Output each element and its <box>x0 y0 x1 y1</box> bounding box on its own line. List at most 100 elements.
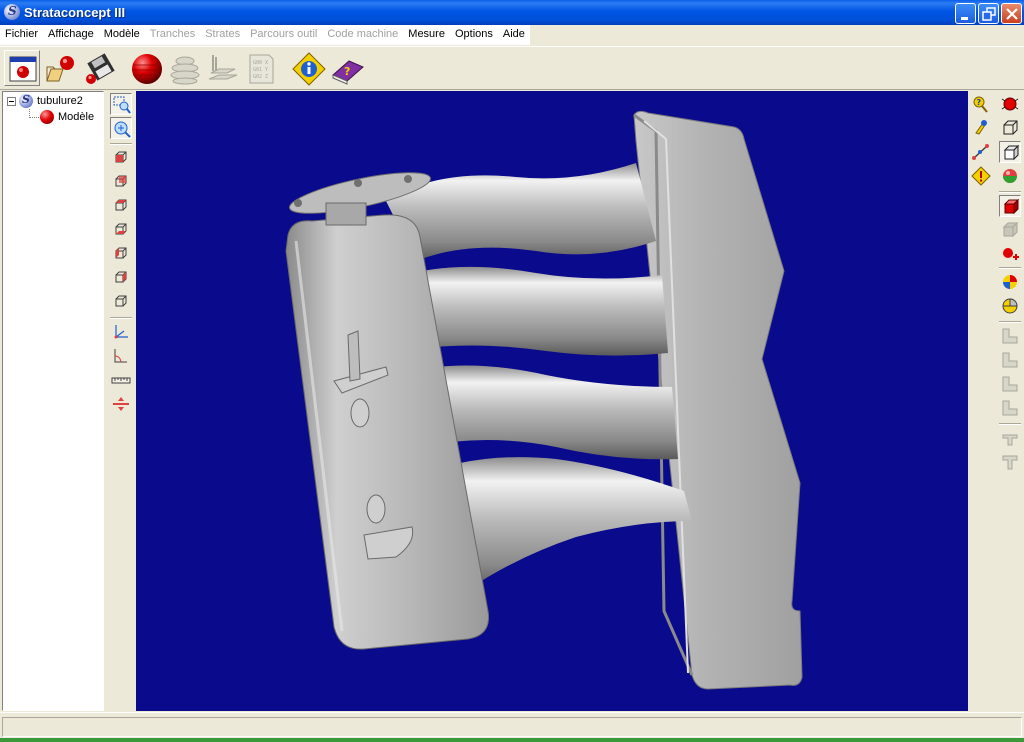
step-3-button[interactable] <box>999 373 1021 395</box>
svg-text:G00 X: G00 X <box>253 60 268 66</box>
axes-icon <box>114 325 128 339</box>
save-model-icon <box>86 53 115 84</box>
solid-box-button[interactable] <box>999 141 1021 163</box>
window-model-button[interactable] <box>4 50 40 86</box>
view-bottom-button[interactable] <box>110 219 132 241</box>
gray-cube-button[interactable] <box>999 219 1021 241</box>
machine-code-button[interactable]: G00 X G01 Y G02 Z <box>242 50 278 86</box>
minimize-button[interactable] <box>955 3 976 24</box>
menu-strates[interactable]: Strates <box>200 25 245 45</box>
view-right-icon <box>115 271 127 283</box>
title-bar[interactable]: Strataconcept III <box>0 0 1024 25</box>
slices-button[interactable] <box>166 50 202 86</box>
menu-fichier[interactable]: Fichier <box>0 25 43 45</box>
3d-viewport[interactable] <box>136 91 968 711</box>
slices-icon <box>170 56 200 85</box>
svg-text:G02 Z: G02 Z <box>253 74 268 80</box>
menu-options[interactable]: Options <box>450 25 498 45</box>
axes-button[interactable] <box>110 321 132 343</box>
model-sphere-icon <box>40 110 54 124</box>
angle-icon <box>114 349 127 363</box>
open-model-button[interactable] <box>42 50 78 86</box>
info-button[interactable] <box>290 50 326 86</box>
section-icon <box>113 397 129 411</box>
pie-ball-button[interactable] <box>999 295 1021 317</box>
bug-button[interactable] <box>999 93 1021 115</box>
view-left-icon <box>115 247 127 259</box>
tree-item-model[interactable]: Modèle <box>40 109 94 125</box>
red-cube-icon <box>1003 198 1020 215</box>
add-point-button[interactable] <box>999 243 1021 265</box>
machine-code-icon: G00 X G01 Y G02 Z <box>249 54 274 84</box>
color-ball-icon <box>1003 275 1017 289</box>
window-title: Strataconcept III <box>24 5 126 20</box>
pick-button[interactable] <box>970 117 992 139</box>
open-model-icon <box>46 56 74 82</box>
menu-mod-le[interactable]: Modèle <box>99 25 145 45</box>
layers-icon <box>208 55 238 80</box>
warning-icon <box>971 166 991 186</box>
app-icon[interactable] <box>4 4 20 20</box>
menu-parcours-outil[interactable]: Parcours outil <box>245 25 322 45</box>
view-bottom-icon <box>115 223 127 235</box>
ruler-button[interactable] <box>110 369 132 391</box>
close-button[interactable] <box>1001 3 1022 24</box>
view-top-button[interactable] <box>110 195 132 217</box>
measure-point-button[interactable] <box>970 141 992 163</box>
angle-button[interactable] <box>110 345 132 367</box>
zoom-fit-button[interactable] <box>110 117 132 139</box>
section-button[interactable] <box>110 393 132 415</box>
menu-code-machine[interactable]: Code machine <box>322 25 403 45</box>
model-tree: tubulure2 Modèle <box>2 91 104 711</box>
taskbar-edge <box>0 738 1024 742</box>
view-top-icon <box>115 199 127 211</box>
layers-button[interactable] <box>204 50 240 86</box>
help-book-button[interactable]: ? <box>328 50 364 86</box>
tree-root[interactable]: tubulure2 <box>7 93 83 109</box>
restore-button[interactable] <box>978 3 999 24</box>
app-window: Strataconcept III FichierAffichageModèle… <box>0 0 1024 742</box>
menu-tranches[interactable]: Tranches <box>145 25 200 45</box>
toolbar-separator <box>999 267 1021 269</box>
svg-text:?: ? <box>977 98 982 107</box>
menu-aide[interactable]: Aide <box>498 25 530 45</box>
view-right-button[interactable] <box>110 267 132 289</box>
view-front-icon <box>115 151 127 163</box>
step-2-icon <box>1002 352 1018 368</box>
window-model-icon <box>9 56 37 82</box>
tree-item-label: Modèle <box>58 111 95 123</box>
red-cube-button[interactable] <box>999 195 1021 217</box>
collapse-icon[interactable] <box>7 96 16 106</box>
view-front-button[interactable] <box>110 147 132 169</box>
view-left-button[interactable] <box>110 243 132 265</box>
step-4-icon <box>1002 400 1018 416</box>
query-button[interactable]: ? <box>970 93 992 115</box>
zoom-window-button[interactable] <box>110 93 132 115</box>
step-4-button[interactable] <box>999 397 1021 419</box>
save-model-button[interactable] <box>80 50 116 86</box>
color-ball-button[interactable] <box>999 271 1021 293</box>
view-back-button[interactable] <box>110 171 132 193</box>
menu-bar: Fichier Affichage Modèle Tranches Strates Par… <box>0 25 1024 45</box>
step-2-button[interactable] <box>999 349 1021 371</box>
tool-a-icon <box>1002 434 1018 446</box>
tool-a-button[interactable] <box>999 427 1021 449</box>
step-1-icon <box>1002 328 1018 344</box>
bug-icon <box>1001 97 1019 111</box>
view-iso-button[interactable] <box>110 291 132 313</box>
wireframe-box-icon <box>1003 120 1018 135</box>
tool-b-button[interactable] <box>999 451 1021 473</box>
shading-button[interactable] <box>999 165 1021 187</box>
toolbar-separator <box>110 317 132 319</box>
warning-button[interactable] <box>970 165 992 187</box>
ruler-icon <box>111 377 131 384</box>
step-1-button[interactable] <box>999 325 1021 347</box>
menu-affichage[interactable]: Affichage <box>43 25 99 45</box>
step-3-icon <box>1002 376 1018 392</box>
model-button[interactable] <box>128 50 164 86</box>
menu-mesure[interactable]: Mesure <box>403 25 450 45</box>
add-point-icon <box>1003 248 1019 260</box>
wireframe-box-button[interactable] <box>999 117 1021 139</box>
status-text <box>2 717 1022 737</box>
toolbar-separator <box>999 191 1021 193</box>
